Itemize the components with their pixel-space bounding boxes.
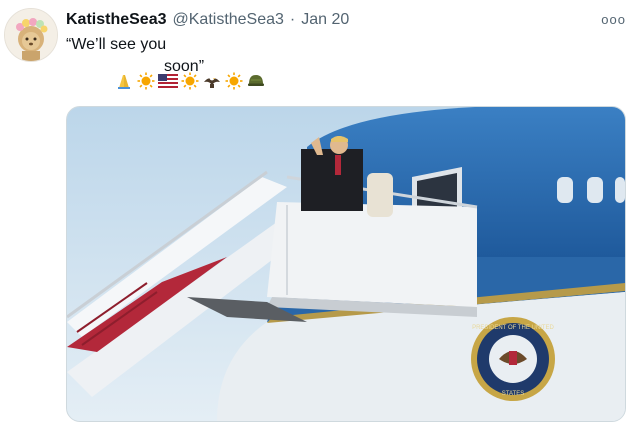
- display-name[interactable]: KatistheSea3: [66, 11, 167, 29]
- emoji-row: [114, 72, 266, 90]
- user-handle[interactable]: @KatistheSea3: [173, 11, 284, 29]
- tweet-header: KatistheSea3 @KatistheSea3 · Jan 20: [66, 10, 349, 30]
- us-flag-icon: [158, 72, 178, 90]
- more-options-icon[interactable]: ooo: [601, 12, 626, 27]
- tweet-text: “We’ll see you soon”: [66, 34, 204, 75]
- avatar-image: [5, 9, 57, 61]
- eagle-icon: [202, 72, 222, 90]
- seal-text-bottom: STATES: [502, 391, 524, 397]
- military-helmet-icon: [246, 72, 266, 90]
- seal-text-top: PRESIDENT OF THE UNITED: [472, 325, 554, 331]
- praying-hands-icon: [114, 72, 134, 90]
- avatar[interactable]: [4, 8, 58, 62]
- tweet-date[interactable]: Jan 20: [301, 11, 349, 29]
- sun-icon: [224, 72, 244, 90]
- tweet-photo[interactable]: PRESIDENT OF THE UNITED STATES: [66, 106, 626, 422]
- separator: ·: [289, 11, 296, 28]
- air-force-one-photo: PRESIDENT OF THE UNITED STATES: [67, 107, 625, 421]
- tweet-text-line-1: “We’ll see you: [66, 36, 167, 53]
- sun-icon: [180, 72, 200, 90]
- sun-icon: [136, 72, 156, 90]
